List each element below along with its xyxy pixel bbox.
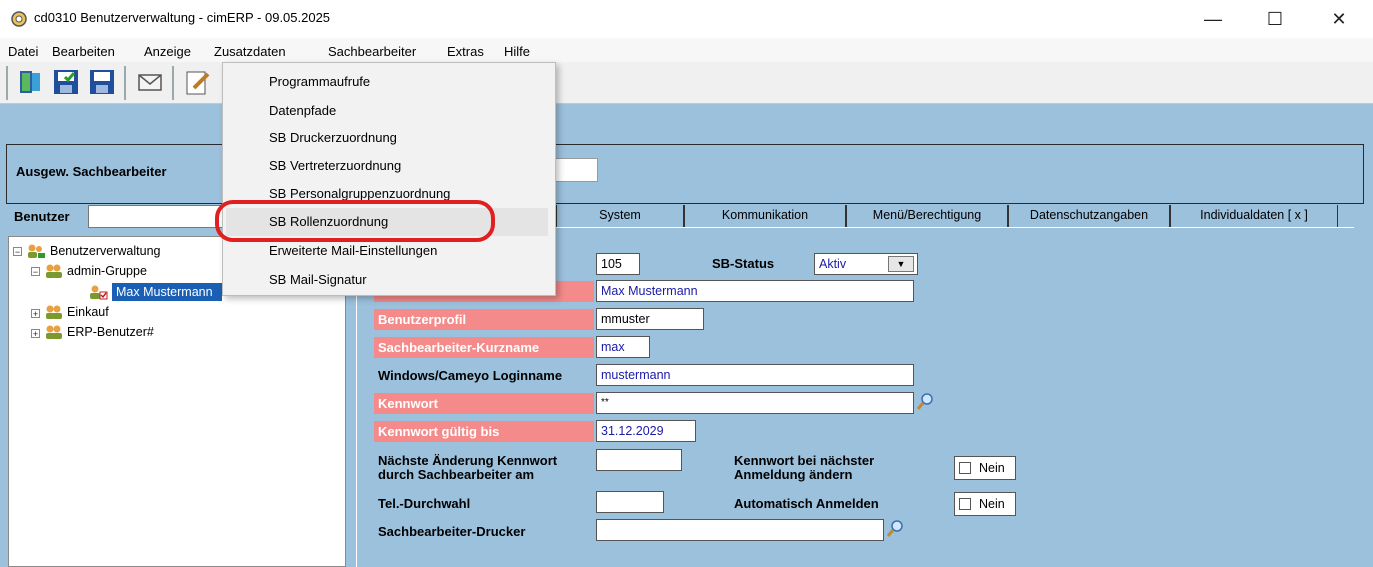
selected-user-label: Ausgew. Sachbearbeiter bbox=[16, 164, 167, 179]
tab-kommunikation[interactable]: Kommunikation bbox=[684, 205, 846, 227]
menu-extras[interactable]: Extras bbox=[447, 44, 484, 59]
user-group-icon bbox=[44, 324, 64, 340]
menu-anzeige[interactable]: Anzeige bbox=[144, 44, 191, 59]
chevron-down-icon[interactable]: ▼ bbox=[888, 256, 914, 272]
next-change-label-1: Nächste Änderung Kennwort bbox=[378, 453, 558, 468]
auto-login-checkbox[interactable]: Nein bbox=[954, 492, 1016, 516]
toolbar-separator bbox=[124, 66, 126, 100]
tab-datenschutzangaben[interactable]: Datenschutzangaben bbox=[1008, 205, 1170, 227]
user-check-icon bbox=[88, 284, 108, 300]
search-icon[interactable] bbox=[885, 519, 905, 539]
menu-datei[interactable]: Datei bbox=[8, 44, 38, 59]
shortname-field[interactable]: max bbox=[596, 336, 650, 358]
profile-label: Benutzerprofil bbox=[374, 309, 594, 330]
user-group-add-icon bbox=[26, 243, 46, 259]
tree-item-erp-benutzer[interactable]: ERP-Benutzer# bbox=[67, 325, 154, 339]
auto-login-value: Nein bbox=[979, 497, 1005, 511]
menu-bar bbox=[0, 38, 1373, 62]
tab-individualdaten[interactable]: Individualdaten [ x ] bbox=[1170, 205, 1338, 227]
login-label: Windows/Cameyo Loginname bbox=[378, 368, 563, 383]
tree-expander[interactable]: + bbox=[31, 329, 40, 339]
menu-zusatzdaten[interactable]: Zusatzdaten bbox=[214, 44, 286, 59]
password-field[interactable]: ** bbox=[596, 392, 914, 414]
password-label: Kennwort bbox=[374, 393, 594, 414]
change-on-login-label-1: Kennwort bei nächster bbox=[734, 453, 875, 468]
auto-login-label: Automatisch Anmelden bbox=[734, 496, 879, 511]
menu-hilfe[interactable]: Hilfe bbox=[504, 44, 530, 59]
menu-item-sb-vertreterzuordnung[interactable]: SB Vertreterzuordnung bbox=[269, 158, 401, 173]
menu-item-datenpfade[interactable]: Datenpfade bbox=[269, 103, 336, 118]
shortname-label: Sachbearbeiter-Kurzname bbox=[374, 337, 594, 358]
tree-item-max-mustermann[interactable]: Max Mustermann bbox=[116, 285, 213, 299]
change-on-login-value: Nein bbox=[979, 461, 1005, 475]
password-valid-label: Kennwort gültig bis bbox=[374, 421, 594, 442]
checkbox-box[interactable] bbox=[959, 462, 971, 474]
minimize-button[interactable]: — bbox=[1190, 0, 1236, 38]
password-valid-field[interactable]: 31.12.2029 bbox=[596, 420, 696, 442]
menu-sachbearbeiter[interactable]: Sachbearbeiter bbox=[328, 44, 416, 59]
edit-icon[interactable] bbox=[184, 68, 212, 96]
maximize-button[interactable]: ☐ bbox=[1252, 0, 1298, 38]
selected-user-field[interactable] bbox=[552, 158, 598, 182]
change-on-login-label-2: Anmeldung ändern bbox=[734, 467, 853, 482]
status-label: SB-Status bbox=[712, 256, 775, 271]
tree-item-benutzerverwaltung[interactable]: Benutzerverwaltung bbox=[50, 244, 160, 258]
user-group-icon bbox=[44, 304, 64, 320]
save-check-icon[interactable] bbox=[52, 68, 80, 96]
next-change-label-2: durch Sachbearbeiter am bbox=[378, 467, 535, 482]
annotation-highlight-oval bbox=[215, 200, 495, 242]
profile-field[interactable]: mmuster bbox=[596, 308, 704, 330]
close-button[interactable]: ✕ bbox=[1316, 0, 1362, 38]
tab-menu-berechtigung[interactable]: Menü/Berechtigung bbox=[846, 205, 1008, 227]
menu-item-programmaufrufe[interactable]: Programmaufrufe bbox=[269, 74, 370, 89]
mail-icon[interactable] bbox=[136, 68, 164, 96]
login-field[interactable]: mustermann bbox=[596, 364, 914, 386]
gear-icon bbox=[10, 10, 28, 28]
save-icon[interactable] bbox=[88, 68, 116, 96]
status-value: Aktiv bbox=[819, 257, 847, 271]
printer-label: Sachbearbeiter-Drucker bbox=[378, 524, 526, 539]
menu-bearbeiten[interactable]: Bearbeiten bbox=[52, 44, 115, 59]
menu-item-sb-druckerzuordnung[interactable]: SB Druckerzuordnung bbox=[269, 130, 397, 145]
tree-item-admin-gruppe[interactable]: admin-Gruppe bbox=[67, 264, 147, 278]
window-title: cd0310 Benutzerverwaltung - cimERP - 09.… bbox=[34, 10, 331, 25]
tree-expander[interactable]: − bbox=[31, 267, 40, 277]
selection-panel bbox=[6, 144, 1364, 204]
toolbar-separator bbox=[172, 66, 174, 100]
printer-field[interactable] bbox=[596, 519, 884, 541]
next-change-field[interactable] bbox=[596, 449, 682, 471]
user-search-label: Benutzer bbox=[14, 209, 70, 224]
phone-label: Tel.-Durchwahl bbox=[378, 496, 471, 511]
search-icon[interactable] bbox=[915, 392, 935, 412]
phone-field[interactable] bbox=[596, 491, 664, 513]
user-id-field[interactable]: 105 bbox=[596, 253, 640, 275]
tree-item-einkauf[interactable]: Einkauf bbox=[67, 305, 109, 319]
zusatzdaten-dropdown bbox=[222, 62, 556, 296]
tree-expander[interactable]: + bbox=[31, 309, 40, 319]
tab-system[interactable]: System bbox=[556, 205, 684, 227]
exit-door-icon[interactable] bbox=[16, 68, 44, 96]
menu-item-sb-mail-signatur[interactable]: SB Mail-Signatur bbox=[269, 272, 367, 287]
user-group-icon bbox=[44, 263, 64, 279]
toolbar-grip bbox=[6, 66, 8, 100]
name-field[interactable]: Max Mustermann bbox=[596, 280, 914, 302]
user-search-input[interactable] bbox=[88, 205, 223, 228]
menu-item-erweiterte-mail-einstellungen[interactable]: Erweiterte Mail-Einstellungen bbox=[269, 243, 437, 258]
menu-item-sb-personalgruppenzuordnung[interactable]: SB Personalgruppenzuordnung bbox=[269, 186, 450, 201]
tree-expander[interactable]: − bbox=[13, 247, 22, 257]
change-on-login-checkbox[interactable]: Nein bbox=[954, 456, 1016, 480]
checkbox-box[interactable] bbox=[959, 498, 971, 510]
